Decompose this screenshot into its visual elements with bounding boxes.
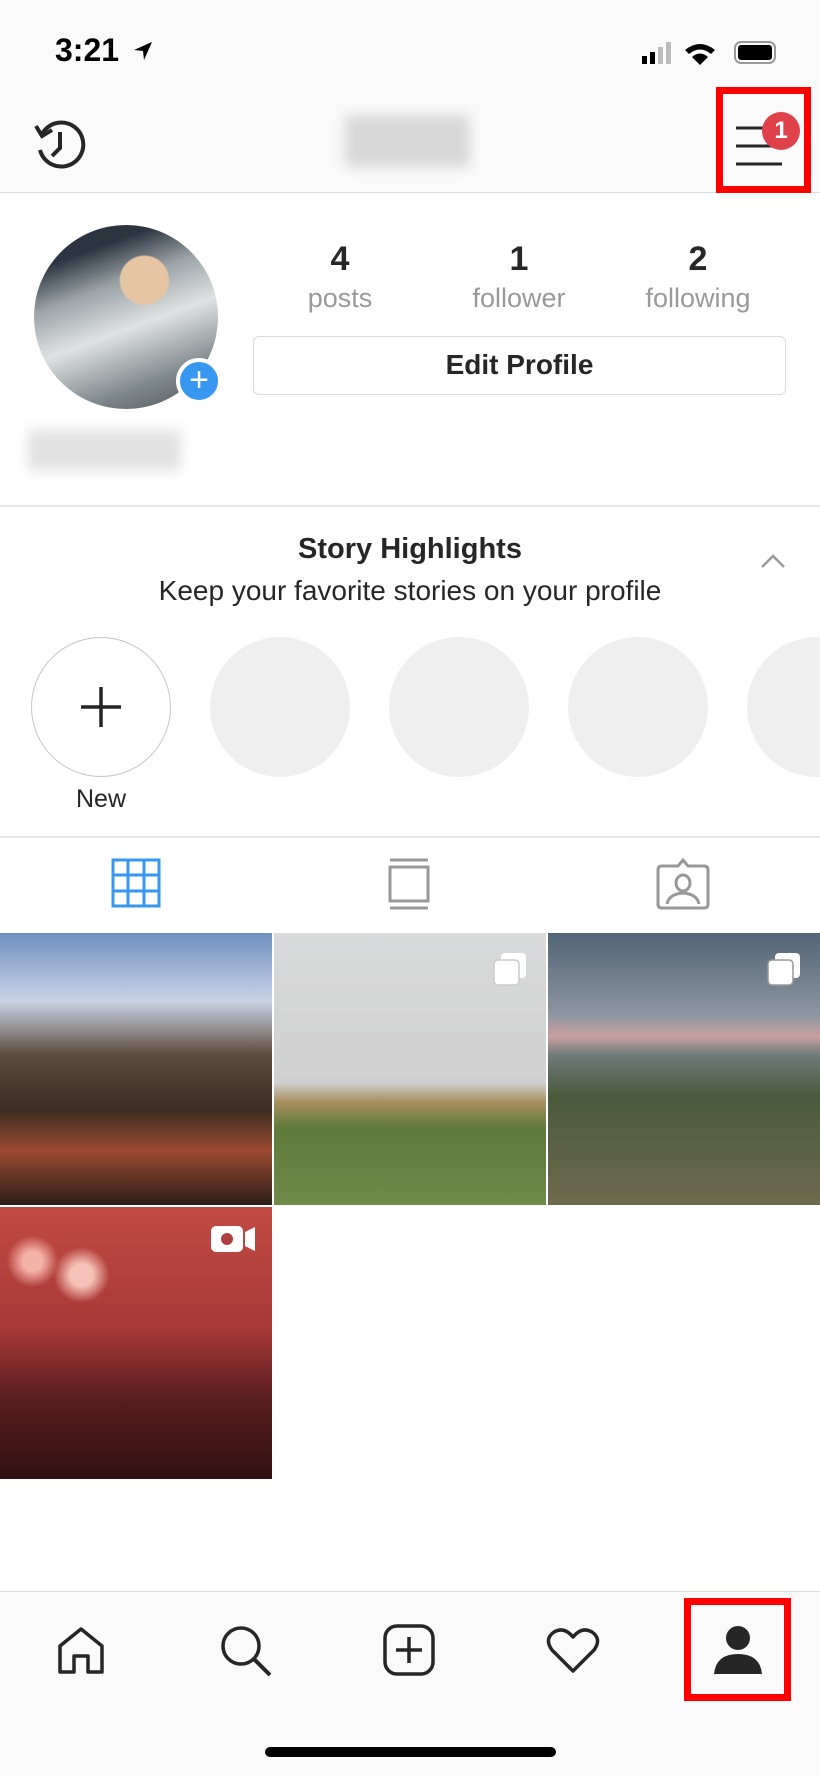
stat-value: 1 [509,240,529,278]
home-indicator[interactable] [265,1747,556,1757]
stat-followers[interactable]: 1 follower [439,240,599,314]
divider [0,505,820,507]
display-name-blurred [28,430,181,471]
highlight-placeholder [747,637,820,777]
stat-posts[interactable]: 4 posts [260,240,420,314]
carousel-icon [767,953,800,986]
stat-value: 2 [688,240,708,278]
search-icon[interactable] [219,1624,273,1678]
profile-icon[interactable] [712,1624,764,1676]
stat-label: follower [472,283,566,313]
home-icon[interactable] [56,1626,106,1676]
status-icons [642,41,776,65]
tagged-icon[interactable] [656,858,710,910]
divider [0,836,820,838]
post-thumbnail-castle[interactable] [0,933,272,1205]
add-story-icon[interactable]: + [176,358,222,404]
activity-icon[interactable] [546,1627,600,1675]
highlight-placeholder [568,637,708,777]
archive-history-icon[interactable] [32,118,88,174]
highlight-placeholder [389,637,529,777]
highlights-title: Story Highlights [298,533,522,565]
location-icon [134,42,152,60]
highlight-placeholder [210,637,350,777]
feed-icon[interactable] [386,858,432,910]
stat-label: following [645,283,751,313]
plus-icon [81,687,121,727]
new-post-icon[interactable] [383,1624,435,1676]
grid-icon[interactable] [111,858,161,908]
username-title-blurred [345,115,470,167]
stat-value: 4 [330,240,350,278]
edit-profile-button[interactable]: Edit Profile [253,336,786,395]
notification-badge: 1 [762,112,800,150]
new-highlight-label: New [75,785,126,813]
highlights-subtitle: Keep your favorite stories on your profi… [158,575,662,606]
stat-following[interactable]: 2 following [618,240,778,314]
chevron-up-icon[interactable] [760,553,786,569]
status-time: 3:21 [55,32,120,68]
stat-label: posts [307,283,373,313]
video-icon [211,1226,255,1252]
carousel-icon [493,953,526,986]
